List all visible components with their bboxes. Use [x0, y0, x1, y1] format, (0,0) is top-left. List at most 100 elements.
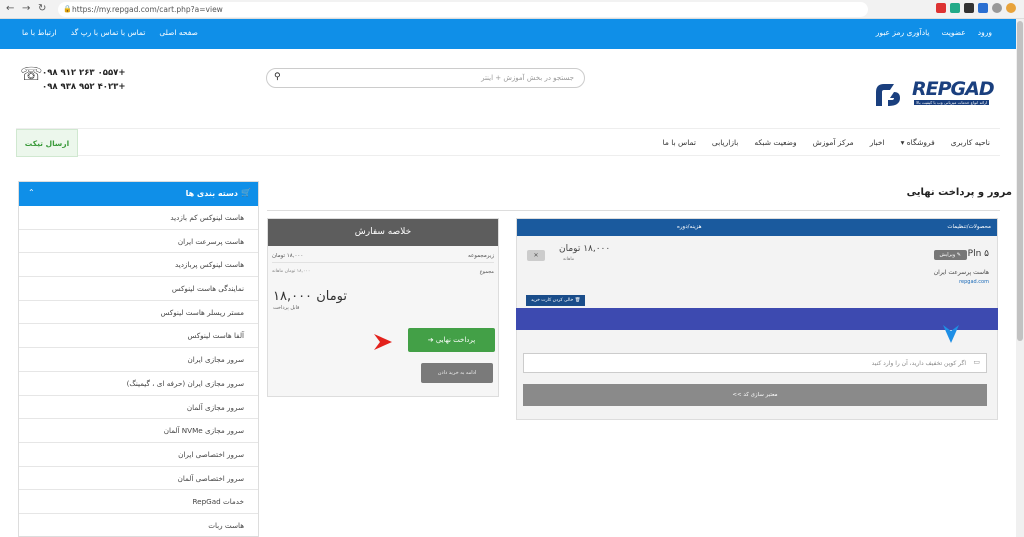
menu-item-contact[interactable]: تماس با ما [663, 138, 696, 147]
send-ticket-button[interactable]: ارسال تیکت [16, 129, 78, 157]
category-item[interactable]: سرور مجازی ایران (حرفه ای ، گیمینگ) [19, 372, 258, 396]
order-summary-title: خلاصه سفارش [268, 219, 498, 246]
scrollbar[interactable] [1016, 19, 1024, 537]
url-text: https://my.repgad.com/cart.php?a=view [72, 5, 223, 14]
total-note: ۱۸,۰۰۰ تومان ماهانه [272, 269, 311, 274]
empty-cart-label: خالی کردن کارت خرید [531, 298, 574, 303]
menu-item-news[interactable]: اخبار [870, 138, 885, 147]
category-item[interactable]: آلفا هاست لینوکس [19, 324, 258, 349]
edit-button[interactable]: ✎ ویرایش [933, 250, 967, 260]
trash-icon: 🗑 [574, 298, 581, 303]
category-item[interactable]: هاست پرسرعت ایران [19, 230, 258, 254]
extensions-bar [936, 3, 1016, 13]
total-row: مجموع ۱۸,۰۰۰ تومان ماهانه [272, 269, 494, 275]
contact-link[interactable]: ارتباط با ما [22, 28, 57, 37]
column-product: محصولات/تنظیمات [947, 224, 991, 230]
divider [267, 210, 1000, 211]
category-item[interactable]: سرور مجازی ایران [19, 348, 258, 372]
menu-item-affiliates[interactable]: بازاریابی [712, 138, 738, 147]
search-input[interactable]: ⚲ جستجو در بخش آموزش + اینتر [266, 68, 585, 88]
category-item[interactable]: هاست لینوکس پربازدید [19, 253, 258, 278]
chevron-up-icon[interactable]: ⌃ [28, 188, 35, 197]
subtotal-row: زیرمجموعه ۱۸,۰۰۰ تومان [272, 253, 494, 263]
search-placeholder: جستجو در بخش آموزش + اینتر [481, 74, 574, 82]
menu-item-network-status[interactable]: وضعیت شبکه [754, 138, 796, 147]
reload-icon[interactable]: ↻ [38, 3, 46, 14]
cart-icon: 🛒 [241, 188, 251, 197]
back-icon[interactable]: ← [6, 3, 14, 14]
ticket-icon: ▭ [973, 358, 980, 366]
item-price: ۱۸,۰۰۰ تومان [559, 244, 611, 254]
caret-down-icon: ▾ [900, 138, 905, 147]
search-icon[interactable]: ⚲ [274, 72, 281, 82]
categories-header[interactable]: 🛒 دسته بندی ها ⌃ [19, 182, 258, 206]
arrow-down-icon [943, 325, 959, 343]
phone-2: ۰۹۸ ۹۳۸ ۹۵۲ ۴۰۲۳+ [42, 82, 126, 92]
page-title: مرور و پرداخت نهایی [906, 187, 1012, 198]
column-price: هزینه/دوره [677, 224, 702, 230]
contact-phones: ☏ ۰۹۸ ۹۱۲ ۲۶۳ ۰۵۵۷+ ۰۹۸ ۹۳۸ ۹۵۲ ۴۰۲۳+ [20, 64, 126, 94]
total-label: مجموع [479, 269, 494, 275]
category-item[interactable]: مستر ریسلر هاست لینوکس [19, 301, 258, 325]
category-item[interactable]: نمایندگی هاست لینوکس [19, 277, 258, 301]
menu-items: ناحیه کاربری فروشگاه ▾ اخبار مرکز آموزش … [663, 138, 990, 147]
checkout-button[interactable]: پرداخت نهایی ➔ [408, 328, 495, 352]
item-cycle: ماهانه [563, 257, 575, 262]
item-description: هاست پرسرعت ایران [933, 269, 989, 276]
scrollbar-thumb[interactable] [1017, 21, 1023, 341]
item-domain[interactable]: repgad.com [959, 279, 989, 285]
category-item[interactable]: سرور اختصاصی آلمان [19, 467, 258, 491]
category-item[interactable]: هاست ربات [19, 514, 258, 536]
extension-icon[interactable] [978, 3, 988, 13]
forgot-password-link[interactable]: یادآوری رمز عبور [876, 28, 930, 37]
home-link[interactable]: صفحه اصلی [159, 28, 198, 37]
site-logo[interactable]: REPGAD ارائه انواع خدمات میزبانی وب با ک… [872, 78, 1000, 110]
register-link[interactable]: عضویت [941, 28, 965, 37]
phone-1: ۰۹۸ ۹۱۲ ۲۶۳ ۰۵۵۷+ [42, 68, 126, 78]
subtotal-label: زیرمجموعه [468, 253, 494, 259]
extension-icon[interactable] [936, 3, 946, 13]
cart-header: محصولات/تنظیمات هزینه/دوره [517, 219, 997, 236]
total-amount: ۱۸,۰۰۰ تومان [273, 289, 347, 304]
validate-code-button[interactable]: معتبر سازی کد >> [523, 384, 987, 406]
cart-item: Pln ۵ ✎ ویرایش هاست پرسرعت ایران repgad.… [517, 239, 997, 289]
payable-label: قابل پرداخت [273, 305, 300, 311]
subtotal-value: ۱۸,۰۰۰ تومان [272, 253, 304, 259]
item-name: Pln ۵ [967, 249, 989, 259]
menu-item-client-area[interactable]: ناحیه کاربری [951, 138, 990, 147]
promo-code-input[interactable]: ▭ اگر کوپن تخفیف دارید، آن را وارد کنید [523, 353, 987, 373]
extension-icon[interactable] [964, 3, 974, 13]
browser-toolbar: ← → ↻ 🔒 https://my.repgad.com/cart.php?a… [0, 0, 1024, 19]
continue-shopping-button[interactable]: ادامه به خرید دادن [421, 363, 493, 383]
extension-icon[interactable] [950, 3, 960, 13]
arrow-right-icon [374, 334, 392, 350]
promo-placeholder: اگر کوپن تخفیف دارید، آن را وارد کنید [871, 360, 966, 367]
profile-icon[interactable] [1006, 3, 1016, 13]
address-bar[interactable]: 🔒 https://my.repgad.com/cart.php?a=view [58, 2, 868, 17]
menu-item-label: فروشگاه [906, 138, 935, 147]
menu-item-knowledgebase[interactable]: مرکز آموزش [813, 138, 854, 147]
logo-mark-icon [876, 84, 900, 106]
account-links: ورود عضویت یادآوری رمز عبور [876, 28, 992, 37]
empty-cart-button[interactable]: 🗑 خالی کردن کارت خرید [526, 295, 586, 306]
menu-item-store[interactable]: فروشگاه ▾ [901, 138, 935, 147]
top-navbar: ورود عضویت یادآوری رمز عبور صفحه اصلی تم… [0, 19, 1016, 49]
category-item[interactable]: سرور اختصاصی ایران [19, 443, 258, 467]
forward-icon[interactable]: → [22, 3, 30, 14]
category-item[interactable]: سرور مجازی NVMe آلمان [19, 419, 258, 443]
remove-item-button[interactable]: ✕ [527, 250, 545, 261]
site-links: صفحه اصلی تماس با تماس با رپ گد ارتباط ب… [22, 28, 198, 37]
category-item[interactable]: خدمات RepGad [19, 490, 258, 514]
extension-icon[interactable] [992, 3, 1002, 13]
categories-panel: 🛒 دسته بندی ها ⌃ هاست لینوکس کم بازدید ه… [18, 181, 259, 537]
logo-tagline: ارائه انواع خدمات میزبانی وب با کیفیت با… [914, 100, 990, 105]
category-item[interactable]: سرور مجازی آلمان [19, 396, 258, 420]
phone-icon: ☏ [20, 64, 43, 85]
lock-icon: 🔒 [63, 5, 72, 13]
contact-repgad-link[interactable]: تماس با تماس با رپ گد [71, 28, 146, 37]
login-link[interactable]: ورود [978, 28, 992, 37]
main-menu: ارسال تیکت ناحیه کاربری فروشگاه ▾ اخبار … [16, 128, 1000, 157]
categories-list: هاست لینوکس کم بازدید هاست پرسرعت ایران … [19, 206, 258, 536]
category-item[interactable]: هاست لینوکس کم بازدید [19, 206, 258, 230]
logo-text: REPGAD [912, 78, 995, 100]
